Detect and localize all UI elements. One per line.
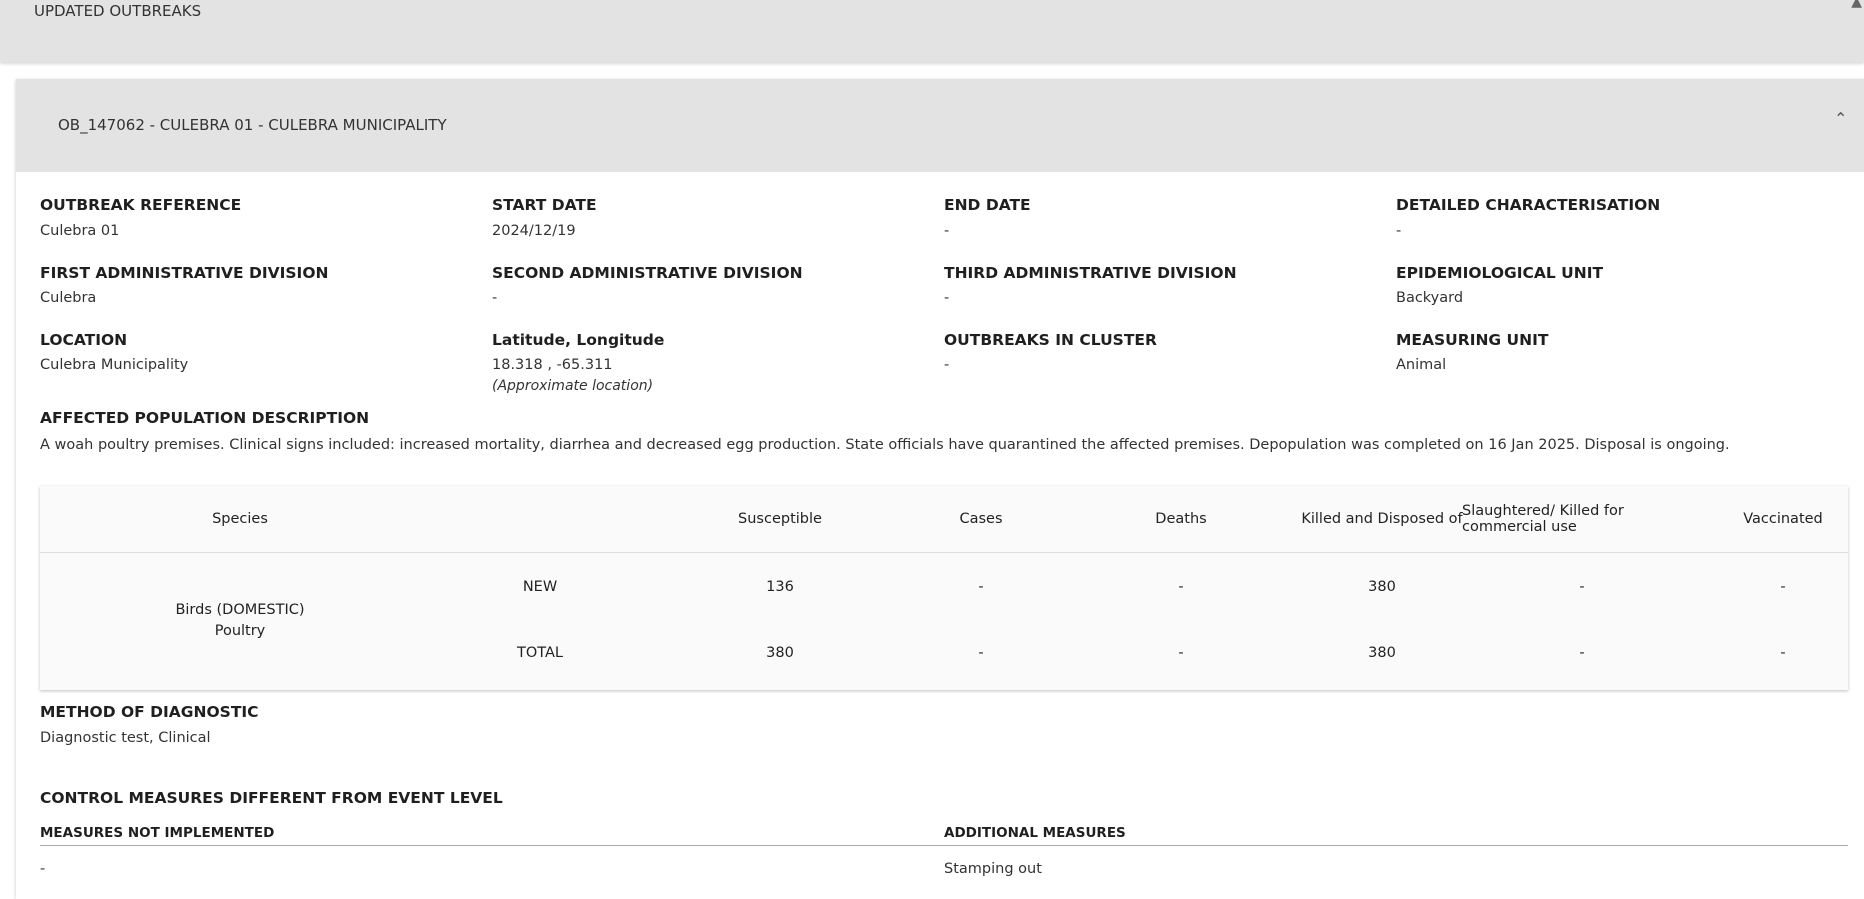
outbreak-panel-header[interactable]: OB_147062 - CULEBRA 01 - CULEBRA MUNICIP… (16, 79, 1864, 172)
species-table: Species Susceptible Cases Deaths Killed … (40, 486, 1848, 690)
row-label-total: TOTAL (517, 645, 563, 661)
affected-population-label: AFFECTED POPULATION DESCRIPTION (40, 409, 370, 427)
species-type: Poultry (214, 623, 266, 639)
species-cell: Birds (DOMESTIC) Poultry (40, 552, 440, 690)
field-value-end-date: - (944, 223, 950, 239)
affected-population-text: A woah poultry premises. Clinical signs … (40, 437, 1730, 453)
field-label-epidemiological-unit: EPIDEMIOLOGICAL UNIT (1396, 264, 1604, 282)
diagnostic-label: METHOD OF DIAGNOSTIC (40, 703, 259, 721)
table-cell: - (1579, 579, 1585, 595)
field-value-detailed-characterisation: - (1396, 223, 1402, 239)
approximate-location-note: (Approximate location) (492, 378, 654, 394)
field-value-first-admin-division: Culebra (40, 290, 97, 306)
field-label-lat-long: Latitude, Longitude (492, 331, 665, 349)
field-label-second-admin-division: SECOND ADMINISTRATIVE DIVISION (492, 264, 803, 282)
field-label-outbreak-reference: OUTBREAK REFERENCE (40, 196, 242, 214)
table-cell: - (1579, 645, 1585, 661)
field-value-start-date: 2024/12/19 (492, 223, 576, 239)
field-value-outbreaks-in-cluster: - (944, 357, 950, 373)
field-value-outbreak-reference: Culebra 01 (40, 223, 120, 239)
species-name: Birds (DOMESTIC) (175, 602, 305, 618)
table-cell: 136 (766, 579, 794, 595)
table-cell: - (978, 645, 984, 661)
measures-not-implemented-label: MEASURES NOT IMPLEMENTED (40, 825, 275, 841)
updated-outbreaks-title: UPDATED OUTBREAKS (34, 2, 202, 20)
outbreak-title: OB_147062 - CULEBRA 01 - CULEBRA MUNICIP… (58, 116, 447, 134)
field-label-detailed-characterisation: DETAILED CHARACTERISATION (1396, 196, 1661, 214)
additional-measures-value: Stamping out (944, 861, 1042, 877)
diagnostic-value: Diagnostic test, Clinical (40, 730, 211, 746)
field-label-location: LOCATION (40, 331, 128, 349)
divider (40, 845, 1848, 846)
table-cell: - (1178, 579, 1184, 595)
column-header-vaccinated: Vaccinated (1743, 511, 1823, 527)
field-label-outbreaks-in-cluster: OUTBREAKS IN CLUSTER (944, 331, 1157, 349)
measures-not-implemented-value: - (40, 861, 46, 877)
field-value-third-admin-division: - (944, 290, 950, 306)
field-label-start-date: START DATE (492, 196, 597, 214)
chevron-up-icon[interactable]: ▲ (1851, 0, 1862, 10)
field-value-epidemiological-unit: Backyard (1396, 290, 1464, 306)
additional-measures-label: ADDITIONAL MEASURES (944, 825, 1126, 841)
table-cell: - (978, 579, 984, 595)
field-label-third-admin-division: THIRD ADMINISTRATIVE DIVISION (944, 264, 1237, 282)
table-cell: 380 (766, 645, 794, 661)
column-header-killed-disposed: Killed and Disposed of (1301, 511, 1463, 527)
outbreak-panel: OB_147062 - CULEBRA 01 - CULEBRA MUNICIP… (16, 79, 1864, 899)
table-header-row: Species Susceptible Cases Deaths Killed … (40, 486, 1848, 553)
row-label-new: NEW (522, 579, 558, 595)
table-cell: - (1780, 645, 1786, 661)
field-label-end-date: END DATE (944, 196, 1031, 214)
column-header-susceptible: Susceptible (738, 511, 822, 527)
field-value-measuring-unit: Animal (1396, 357, 1447, 373)
field-label-measuring-unit: MEASURING UNIT (1396, 331, 1549, 349)
field-label-first-admin-division: FIRST ADMINISTRATIVE DIVISION (40, 264, 329, 282)
table-cell: 380 (1368, 579, 1396, 595)
field-value-second-admin-division: - (492, 290, 498, 306)
chevron-up-icon[interactable]: ⌃ (1834, 109, 1847, 128)
table-cell: 380 (1368, 645, 1396, 661)
field-value-lat-long: 18.318 , -65.311 (492, 357, 613, 373)
table-cell: - (1780, 579, 1786, 595)
table-cell: - (1178, 645, 1184, 661)
column-header-slaughtered: Slaughtered/ Killed for commercial use (1462, 503, 1624, 535)
column-header-cases: Cases (959, 511, 1003, 527)
column-header-deaths: Deaths (1155, 511, 1207, 527)
updated-outbreaks-header[interactable]: UPDATED OUTBREAKS ▲ (0, 0, 1864, 62)
column-header-species: Species (212, 511, 268, 527)
control-measures-label: CONTROL MEASURES DIFFERENT FROM EVENT LE… (40, 789, 503, 807)
field-value-location: Culebra Municipality (40, 357, 189, 373)
